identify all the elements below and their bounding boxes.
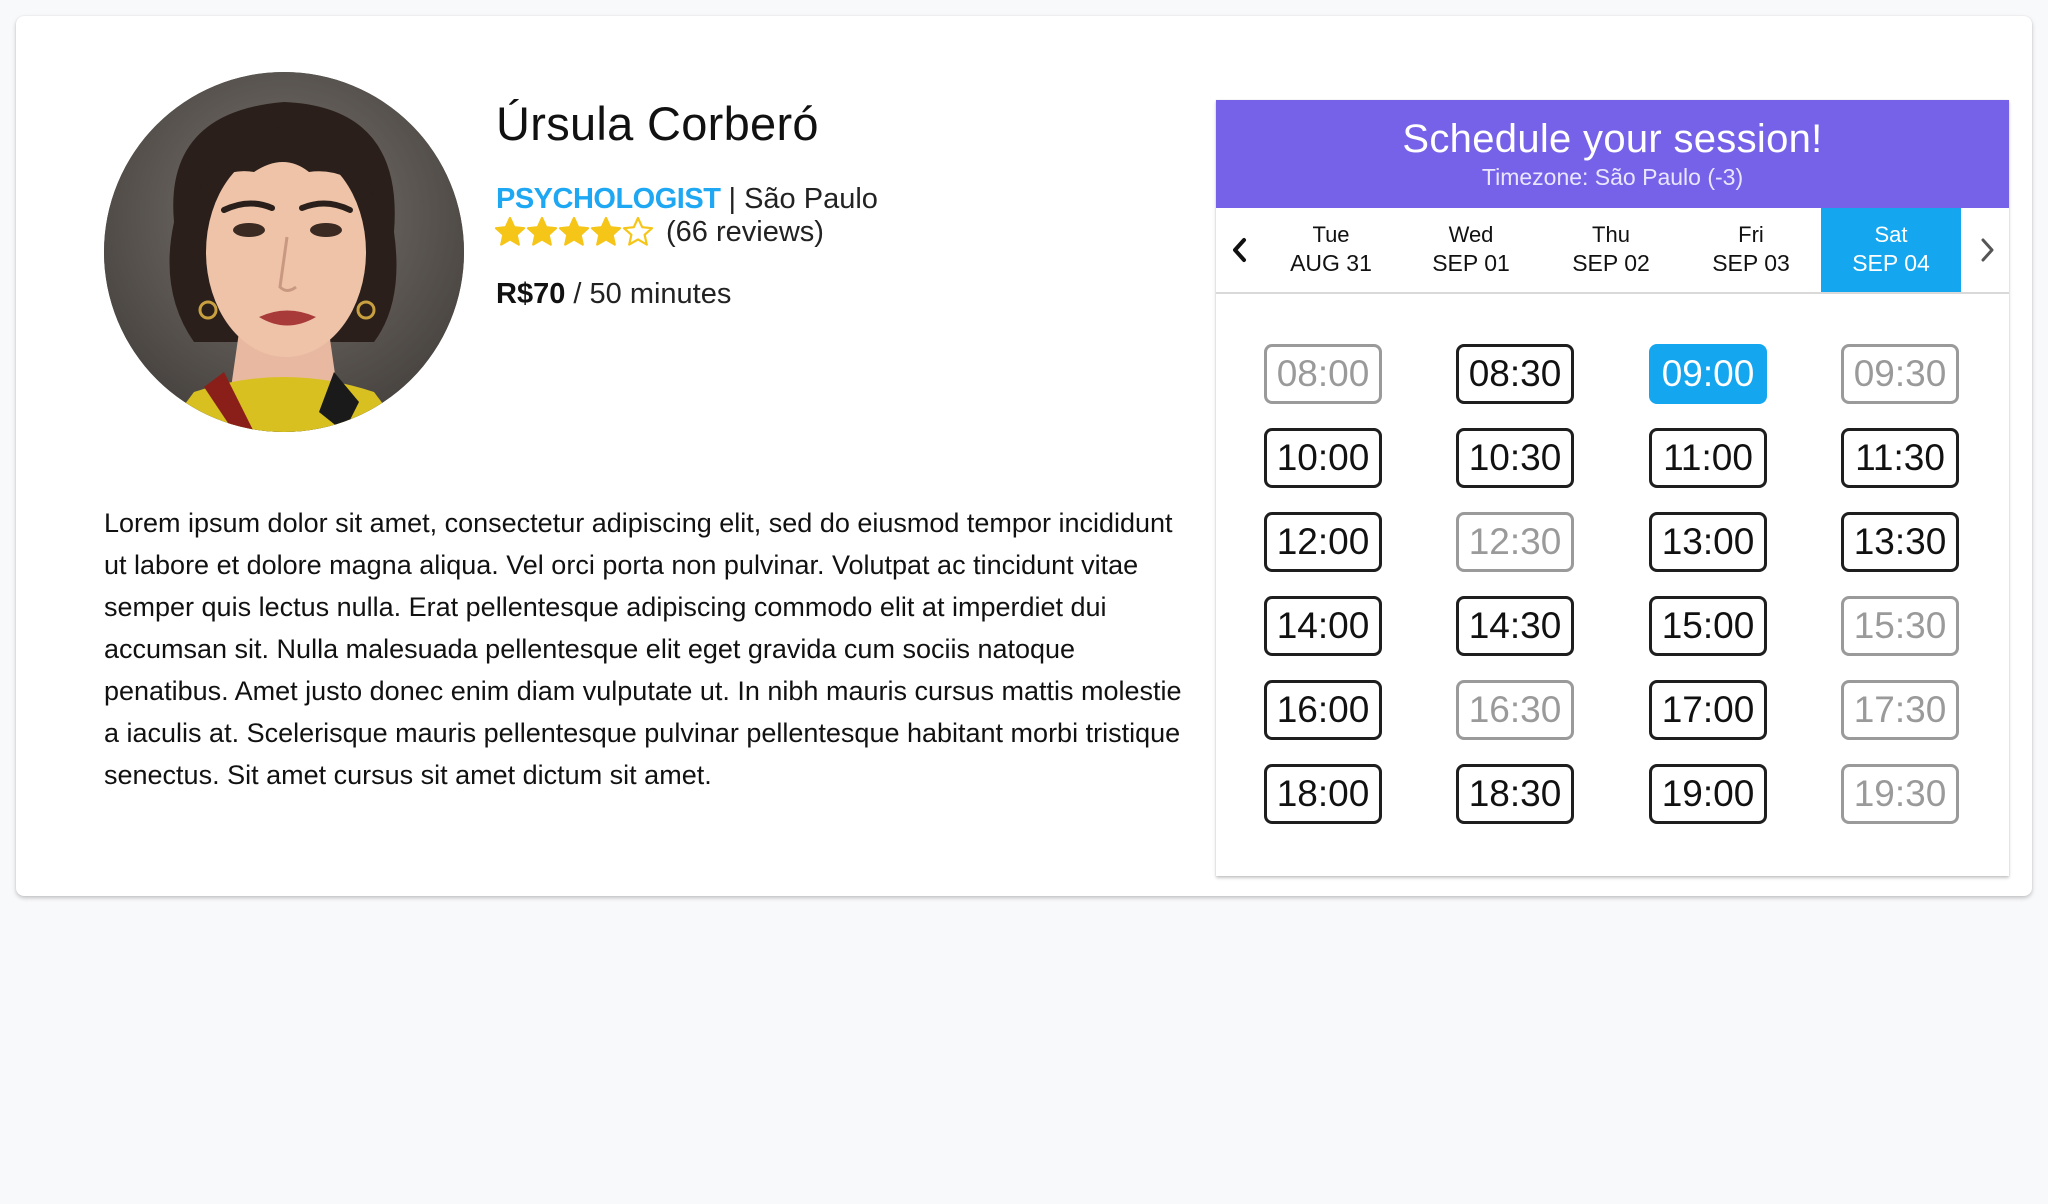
rating: (66 reviews) xyxy=(494,214,824,250)
review-count[interactable]: (66 reviews) xyxy=(666,216,824,249)
day-of-week: Tue xyxy=(1312,222,1350,247)
avatar-photo xyxy=(104,72,464,432)
time-slot-button[interactable]: 10:00 xyxy=(1264,428,1382,488)
scheduler-header: Schedule your session! Timezone: São Pau… xyxy=(1216,100,2009,208)
time-slot-button[interactable]: 11:30 xyxy=(1841,428,1959,488)
time-slot-button[interactable]: 11:00 xyxy=(1649,428,1767,488)
time-slot-button: 17:30 xyxy=(1841,680,1959,740)
star-filled-icon xyxy=(494,216,526,246)
time-slot-button: 15:30 xyxy=(1841,596,1959,656)
day-of-week: Wed xyxy=(1448,222,1494,247)
avatar xyxy=(104,72,464,432)
scheduler-title: Schedule your session! xyxy=(1402,117,1823,161)
bio-text: Lorem ipsum dolor sit amet, consectetur … xyxy=(104,508,1182,790)
time-slot-button: 08:00 xyxy=(1264,344,1382,404)
time-slot-button: 16:30 xyxy=(1456,680,1574,740)
time-slot-button[interactable]: 13:30 xyxy=(1841,512,1959,572)
day-tab[interactable]: Fri SEP 03 xyxy=(1681,208,1821,292)
location-separator: | xyxy=(720,183,745,215)
time-slot-button: 09:30 xyxy=(1841,344,1959,404)
day-of-week: Thu xyxy=(1592,222,1630,247)
day-date: SEP 03 xyxy=(1712,250,1790,276)
day-of-week: Sat xyxy=(1874,222,1908,247)
time-slot-button[interactable]: 18:30 xyxy=(1456,764,1574,824)
time-slot-button[interactable]: 16:00 xyxy=(1264,680,1382,740)
day-selector: Tue AUG 31 Wed SEP 01 Thu SEP 02 Fri SEP 03 Sat S… xyxy=(1216,208,2009,294)
session-duration: / 50 minutes xyxy=(565,278,732,310)
day-of-week: Fri xyxy=(1738,222,1764,247)
time-slot-button[interactable]: 17:00 xyxy=(1649,680,1767,740)
timezone-label: Timezone: São Paulo (-3) xyxy=(1481,164,1744,190)
day-date: AUG 31 xyxy=(1290,250,1372,276)
day-tab[interactable]: Sat SEP 04 xyxy=(1821,208,1961,292)
time-slot-button[interactable]: 08:30 xyxy=(1456,344,1574,404)
star-empty-icon xyxy=(622,216,654,246)
professional-name: Úrsula Corberó xyxy=(496,97,819,150)
day-tab[interactable]: Wed SEP 01 xyxy=(1401,208,1541,292)
price-line: R$70 / 50 minutes xyxy=(496,278,731,311)
time-slot-button: 12:30 xyxy=(1456,512,1574,572)
day-date: SEP 04 xyxy=(1852,250,1930,276)
chevron-right-icon xyxy=(1981,238,1994,262)
time-slot-button[interactable]: 14:30 xyxy=(1456,596,1574,656)
star-filled-icon xyxy=(558,216,590,246)
time-slot-button[interactable]: 13:00 xyxy=(1649,512,1767,572)
star-filled-icon xyxy=(590,216,622,246)
chevron-left-icon xyxy=(1233,238,1246,262)
day-date: SEP 02 xyxy=(1572,250,1650,276)
prev-days-button[interactable] xyxy=(1218,208,1262,292)
profession-label[interactable]: PSYCHOLOGIST xyxy=(496,183,721,215)
time-slot-button[interactable]: 15:00 xyxy=(1649,596,1767,656)
day-tab[interactable]: Thu SEP 02 xyxy=(1541,208,1681,292)
star-filled-icon xyxy=(526,216,558,246)
star-rating xyxy=(494,216,654,248)
time-slot-button: 19:30 xyxy=(1841,764,1959,824)
scheduler: Schedule your session! Timezone: São Pau… xyxy=(1216,100,2009,876)
time-slot-button[interactable]: 18:00 xyxy=(1264,764,1382,824)
profile-card: Úrsula Corberó PSYCHOLOGIST | São Paulo … xyxy=(16,16,2032,896)
profession-location: PSYCHOLOGIST | São Paulo xyxy=(496,183,878,216)
location-label: São Paulo xyxy=(744,183,878,215)
day-tab[interactable]: Tue AUG 31 xyxy=(1261,208,1401,292)
time-slot-button[interactable]: 14:00 xyxy=(1264,596,1382,656)
price: R$70 xyxy=(496,278,566,310)
time-slot-button[interactable]: 12:00 xyxy=(1264,512,1382,572)
next-days-button[interactable] xyxy=(1965,208,2009,292)
day-date: SEP 01 xyxy=(1432,250,1510,276)
time-slot-button[interactable]: 09:00 xyxy=(1649,344,1767,404)
time-slot-button[interactable]: 10:30 xyxy=(1456,428,1574,488)
time-slot-button[interactable]: 19:00 xyxy=(1649,764,1767,824)
